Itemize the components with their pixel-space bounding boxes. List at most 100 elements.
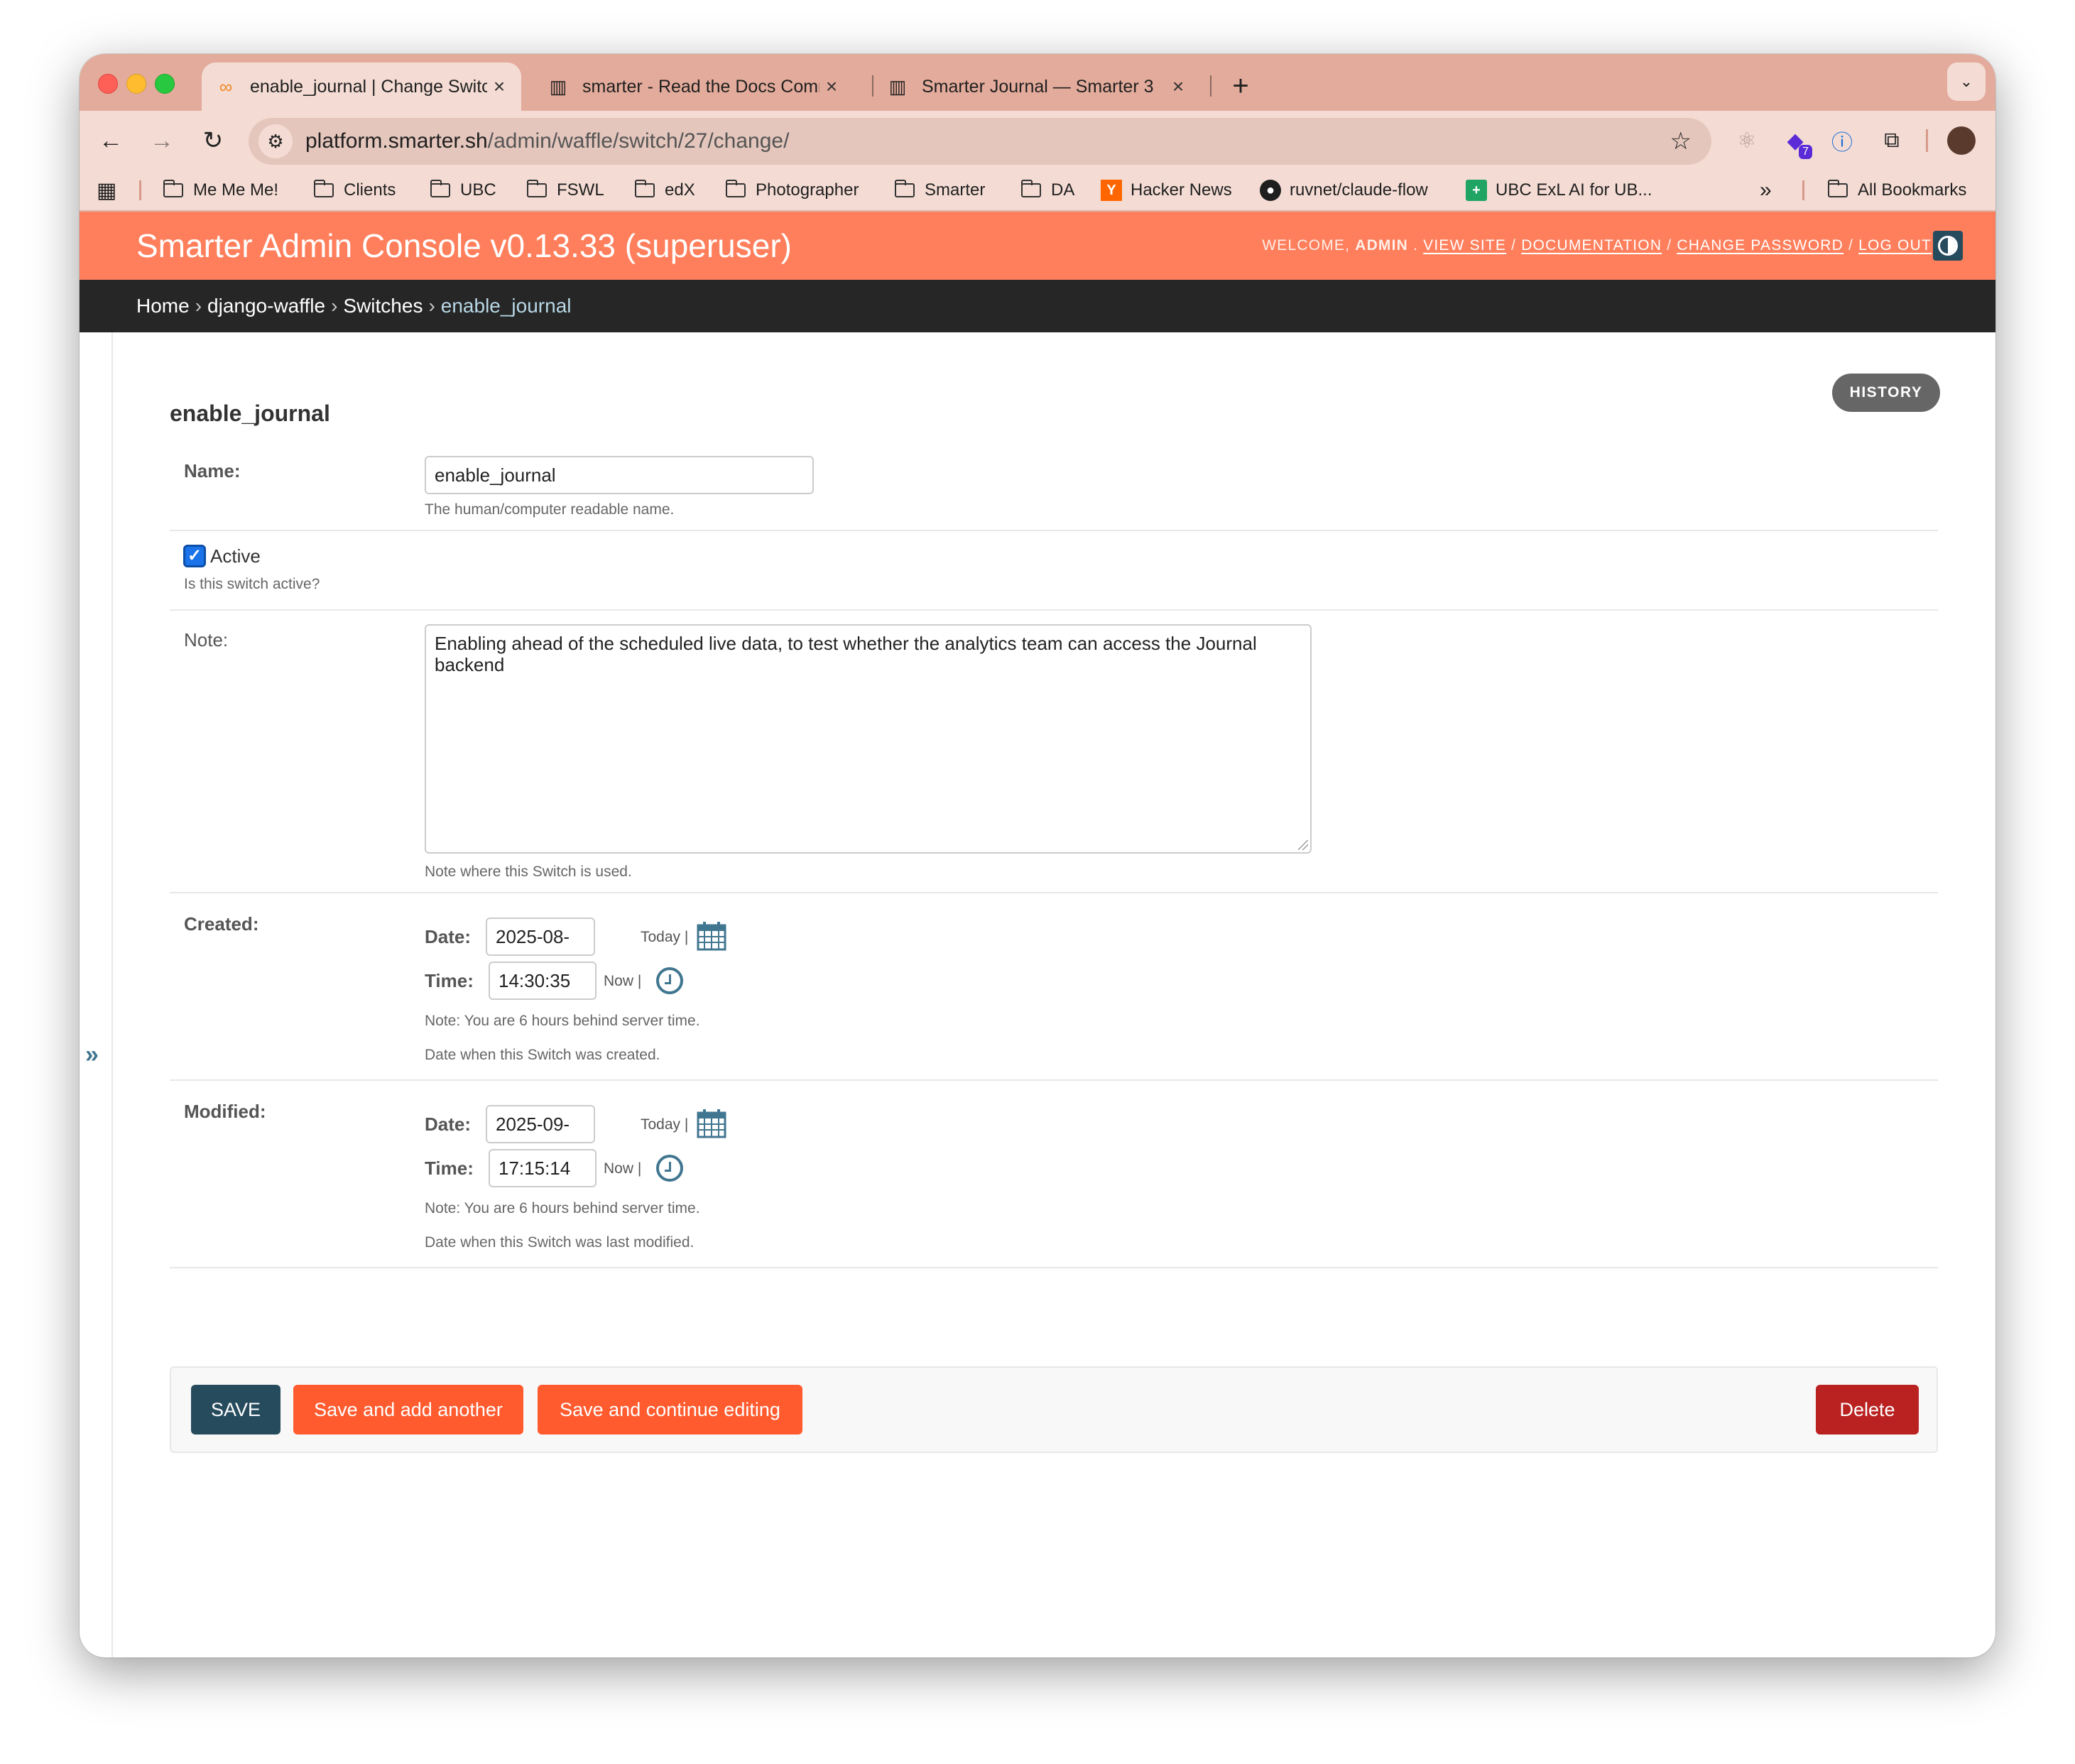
back-arrow-icon[interactable]: ← — [92, 122, 129, 159]
created-today-link[interactable]: Today | — [641, 929, 688, 946]
close-tab-icon[interactable]: × — [1166, 75, 1190, 98]
resize-handle[interactable] — [1298, 840, 1308, 850]
breadcrumb-switches[interactable]: Switches — [343, 295, 423, 317]
new-tab-button[interactable]: + — [1223, 68, 1258, 104]
tab-enable-journal[interactable]: ∞ enable_journal | Change Switch | Djang… — [202, 62, 521, 111]
url-text[interactable]: platform.smarter.sh/admin/waffle/switch/… — [305, 118, 789, 165]
modified-today-link[interactable]: Today | — [641, 1116, 688, 1133]
extension-react-icon[interactable]: ⚛ — [1731, 125, 1763, 156]
book-icon: ▥ — [888, 75, 907, 97]
more-bookmarks-chevron-icon[interactable]: » — [1760, 170, 1772, 210]
created-date-input[interactable]: 2025-08-25 — [486, 918, 595, 983]
view-site-link[interactable]: VIEW SITE — [1423, 237, 1506, 254]
row-divider — [170, 1079, 1938, 1081]
logout-link[interactable]: LOG OUT — [1858, 237, 1932, 254]
reload-icon[interactable]: ↻ — [195, 122, 232, 159]
hacker-news-icon: Y — [1101, 180, 1122, 201]
bookmarks-bar: ▦ Me Me Me! Clients UBC FSWL edX Photogr… — [80, 170, 1995, 212]
history-button[interactable]: HISTORY — [1832, 374, 1940, 412]
breadcrumb-separator: › — [428, 295, 435, 317]
all-bookmarks[interactable]: All Bookmarks — [1827, 170, 1966, 210]
tab-title: smarter - Read the Docs Community — [582, 76, 819, 97]
bookmark-clients[interactable]: Clients — [313, 170, 396, 210]
created-now-link[interactable]: Now | — [604, 973, 641, 990]
save-and-add-another-button[interactable]: Save and add another — [293, 1385, 523, 1434]
bookmark-claude-flow[interactable]: ● ruvnet/claude-flow — [1260, 170, 1428, 210]
theme-toggle-icon[interactable] — [1933, 231, 1963, 261]
created-help: Date when this Switch was created. — [425, 1047, 660, 1063]
site-title[interactable]: Smarter Admin Console v0.13.33 (superuse… — [136, 212, 792, 280]
bookmark-fswl[interactable]: FSWL — [526, 170, 604, 210]
calendar-icon[interactable] — [696, 920, 727, 952]
bookmark-ubc-exl[interactable]: + UBC ExL AI for UB... — [1466, 170, 1652, 210]
modified-time-label: Time: — [425, 1158, 474, 1179]
created-time-input[interactable]: 14:30:35 — [489, 962, 597, 1000]
tab-search-button[interactable]: ⌄ — [1947, 62, 1986, 101]
created-label: Created: — [184, 913, 259, 935]
note-label: Note: — [184, 629, 229, 650]
folder-icon — [313, 180, 334, 197]
tab-title: enable_journal | Change Switch | Django … — [250, 76, 487, 97]
created-date-label: Date: — [425, 926, 472, 947]
documentation-link[interactable]: DOCUMENTATION — [1521, 237, 1662, 254]
breadcrumb-django-waffle[interactable]: django-waffle — [207, 295, 325, 317]
book-icon: ▥ — [549, 75, 567, 97]
extension-badge-icon[interactable]: ◆ 7 — [1780, 125, 1812, 159]
page-title: enable_journal — [170, 401, 330, 426]
bookmark-edx[interactable]: edX — [634, 170, 695, 210]
clock-icon[interactable] — [656, 1155, 683, 1182]
tab-smarter-journal[interactable]: ▥ Smarter Journal — Smarter 3 × — [873, 62, 1200, 111]
profile-avatar[interactable] — [1946, 125, 1977, 156]
name-input[interactable]: enable_journal — [425, 456, 814, 494]
bookmark-label: Clients — [344, 180, 396, 200]
bookmark-label: UBC ExL AI for UB... — [1496, 180, 1652, 200]
folder-icon — [163, 180, 183, 197]
change-password-link[interactable]: CHANGE PASSWORD — [1677, 237, 1843, 254]
save-button[interactable]: SAVE — [191, 1385, 281, 1434]
modified-now-link[interactable]: Now | — [604, 1160, 641, 1177]
note-textarea[interactable]: Enabling ahead of the scheduled live dat… — [425, 624, 1312, 854]
apps-grid-icon[interactable]: ▦ — [97, 170, 116, 210]
maximize-window-button[interactable] — [155, 74, 175, 94]
bookmark-me-me-me[interactable]: Me Me Me! — [163, 170, 278, 210]
breadcrumb-home[interactable]: Home — [136, 295, 190, 317]
forward-arrow-icon[interactable]: → — [143, 122, 180, 159]
bookmark-separator — [1802, 180, 1804, 200]
close-tab-icon[interactable]: × — [487, 75, 511, 98]
site-settings-icon[interactable]: ⚙ — [258, 124, 293, 158]
bookmark-da[interactable]: DA — [1020, 170, 1074, 210]
modified-time-input[interactable]: 17:15:14 — [489, 1149, 597, 1187]
created-time-label: Time: — [425, 970, 474, 991]
active-checkbox[interactable]: ✓ — [183, 545, 206, 567]
close-tab-icon[interactable]: × — [819, 75, 844, 98]
bookmark-smarter[interactable]: Smarter — [894, 170, 985, 210]
folder-icon — [526, 180, 547, 197]
row-divider — [170, 892, 1938, 893]
close-window-button[interactable] — [98, 74, 118, 94]
breadcrumb-separator: › — [195, 295, 202, 317]
bookmark-photographer[interactable]: Photographer — [725, 170, 859, 210]
address-bar[interactable]: ⚙ platform.smarter.sh/admin/waffle/switc… — [249, 118, 1711, 165]
minimize-window-button[interactable] — [126, 74, 146, 94]
bookmark-star-icon[interactable]: ☆ — [1670, 118, 1692, 165]
modified-date-input[interactable]: 2025-09-28 — [486, 1105, 595, 1170]
calendar-icon[interactable] — [696, 1108, 727, 1139]
delete-button[interactable]: Delete — [1816, 1385, 1919, 1434]
extensions-puzzle-icon[interactable]: ⧉ — [1876, 125, 1907, 156]
url-host: platform.smarter.sh — [305, 129, 488, 153]
tab-title: Smarter Journal — Smarter 3 — [922, 76, 1154, 97]
clock-icon[interactable] — [656, 967, 683, 994]
infinity-icon: ∞ — [219, 75, 233, 97]
browser-menu-icon[interactable]: ⋮ — [1990, 125, 1995, 156]
bookmark-ubc[interactable]: UBC — [430, 170, 496, 210]
welcome-text: WELCOME, — [1262, 237, 1356, 254]
save-and-continue-button[interactable]: Save and continue editing — [538, 1385, 802, 1434]
tab-read-the-docs[interactable]: ▥ smarter - Read the Docs Community × — [534, 62, 854, 111]
name-help: The human/computer readable name. — [425, 501, 675, 518]
bookmark-hacker-news[interactable]: Y Hacker News — [1101, 170, 1232, 210]
password-manager-icon[interactable]: ⓘ — [1826, 125, 1858, 156]
active-label[interactable]: Active — [210, 545, 261, 567]
toggle-sidebar-chevron-icon[interactable]: » — [85, 1041, 99, 1069]
folder-icon — [1020, 180, 1041, 197]
bookmark-label: Me Me Me! — [193, 180, 279, 200]
